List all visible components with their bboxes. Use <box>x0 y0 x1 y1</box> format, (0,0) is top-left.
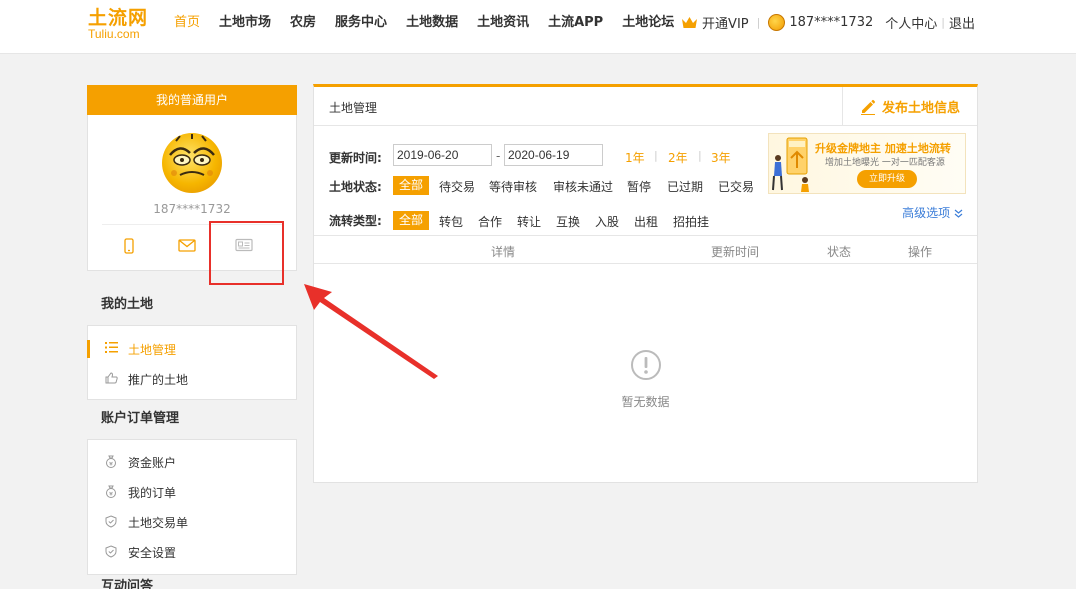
nav-app[interactable]: 土流APP <box>548 15 603 31</box>
menu-my-orders[interactable]: 我的订单 <box>88 477 296 507</box>
table-header: 详情 更新时间 状态 操作 <box>314 235 977 264</box>
publish-label: 发布土地信息 <box>881 101 960 116</box>
type-auction[interactable]: 招拍挂 <box>673 213 709 230</box>
my-land-menu: 土地管理 推广的土地 <box>87 325 297 400</box>
upgrade-now-button[interactable]: 立即升级 <box>857 170 917 188</box>
nav-home[interactable]: 首页 <box>174 15 200 31</box>
nav-service-center[interactable]: 服务中心 <box>335 15 387 31</box>
money-bag-icon <box>104 455 118 469</box>
upgrade-banner[interactable]: 升级金牌地主 加速土地流转 增加土地曝光 一对一匹配客源 立即升级 <box>768 133 966 194</box>
status-pending-trade[interactable]: 待交易 <box>439 178 475 195</box>
section-interact: 互动问答 <box>101 579 154 589</box>
type-equity[interactable]: 入股 <box>595 213 619 230</box>
status-review-failed[interactable]: 审核未通过 <box>553 178 613 195</box>
user-toolbar: 开通VIP | 187****1732 个人中心 | 退出 <box>681 13 975 32</box>
double-chevron-icon <box>954 209 963 218</box>
col-status: 状态 <box>827 245 852 259</box>
range-2-year[interactable]: 2年 <box>668 149 688 166</box>
status-awaiting-review[interactable]: 等待审核 <box>489 178 537 195</box>
menu-label: 土地管理 <box>128 342 177 357</box>
logout-link[interactable]: 退出 <box>949 13 975 32</box>
banner-title: 升级金牌地主 加速土地流转 <box>815 142 951 155</box>
user-avatar-small[interactable] <box>768 14 786 31</box>
email-icon[interactable] <box>178 238 196 255</box>
site-logo[interactable]: 土流网 Tuliu.com <box>88 8 148 40</box>
username: 187****1732 <box>153 202 231 216</box>
nav-land-news[interactable]: 土地资讯 <box>477 15 529 31</box>
user-phone[interactable]: 187****1732 <box>789 15 873 30</box>
col-details: 详情 <box>491 245 516 259</box>
list-icon <box>104 342 118 356</box>
status-paused[interactable]: 暂停 <box>627 178 651 195</box>
nav-land-market[interactable]: 土地市场 <box>219 15 271 31</box>
menu-label: 推广的土地 <box>128 372 189 387</box>
divider: | <box>756 16 761 29</box>
status-traded[interactable]: 已交易 <box>718 178 754 195</box>
annotation-highlight-box <box>209 221 284 285</box>
menu-label: 土地交易单 <box>128 515 189 530</box>
col-updated-time: 更新时间 <box>711 245 760 259</box>
range-1-year[interactable]: 1年 <box>625 149 645 166</box>
top-header: 土流网 Tuliu.com 首页 土地市场 农房 服务中心 土地数据 土地资讯 … <box>0 0 1076 54</box>
land-status-label: 土地状态: <box>329 180 382 194</box>
page-title: 土地管理 <box>329 101 378 115</box>
menu-promoted-land[interactable]: 推广的土地 <box>88 364 296 394</box>
type-all[interactable]: 全部 <box>393 211 430 230</box>
banner-subtitle: 增加土地曝光 一对一匹配客源 <box>825 158 945 168</box>
thumbs-up-icon <box>104 372 118 386</box>
nav-farmhouse[interactable]: 农房 <box>290 15 316 31</box>
avatar[interactable] <box>162 133 222 193</box>
date-separator: - <box>496 149 501 163</box>
empty-state-text: 暂无数据 <box>621 395 670 409</box>
type-transfer[interactable]: 转让 <box>517 213 541 230</box>
personal-center-link[interactable]: 个人中心 <box>885 13 937 32</box>
menu-label: 资金账户 <box>128 455 177 470</box>
logo-domain: Tuliu.com <box>88 27 140 41</box>
pencil-icon <box>860 99 875 115</box>
status-all[interactable]: 全部 <box>393 176 430 195</box>
menu-funds-account[interactable]: 资金账户 <box>88 447 296 477</box>
menu-land-trade-orders[interactable]: 土地交易单 <box>88 507 296 537</box>
logo-text: 土流网 <box>88 7 149 29</box>
shield-icon <box>104 545 118 559</box>
transfer-type-label: 流转类型: <box>329 214 382 228</box>
crown-icon <box>681 16 698 29</box>
money-bag-icon <box>104 485 118 499</box>
main-nav: 首页 土地市场 农房 服务中心 土地数据 土地资讯 土流APP 土地论坛 <box>174 15 693 31</box>
type-lease[interactable]: 出租 <box>634 213 658 230</box>
nav-land-data[interactable]: 土地数据 <box>406 15 458 31</box>
publish-land-button[interactable]: 发布土地信息 <box>842 87 977 126</box>
col-actions: 操作 <box>908 245 933 259</box>
shield-icon <box>104 515 118 529</box>
status-expired[interactable]: 已过期 <box>667 178 703 195</box>
divider: | <box>654 149 658 162</box>
promo-illustration <box>772 137 809 192</box>
divider: | <box>698 149 702 162</box>
section-my-land: 我的土地 <box>101 297 154 312</box>
user-type-title: 我的普通用户 <box>87 85 297 115</box>
menu-land-management[interactable]: 土地管理 <box>87 334 296 364</box>
advanced-options-label: 高级选项 <box>902 206 951 220</box>
phone-icon[interactable] <box>123 238 135 257</box>
range-3-year[interactable]: 3年 <box>711 149 731 166</box>
date-to-input[interactable]: 2020-06-19 <box>504 144 603 166</box>
type-subcontract[interactable]: 转包 <box>439 213 463 230</box>
vip-link[interactable]: 开通VIP <box>702 13 749 32</box>
advanced-options-link[interactable]: 高级选项 <box>902 204 963 221</box>
menu-label: 我的订单 <box>128 485 177 500</box>
annotation-arrow <box>304 284 438 379</box>
account-menu: 资金账户 我的订单 土地交易单 安全设置 <box>87 439 297 575</box>
type-exchange[interactable]: 互换 <box>556 213 580 230</box>
type-cooperation[interactable]: 合作 <box>478 213 502 230</box>
menu-label: 安全设置 <box>128 545 177 560</box>
nav-forum[interactable]: 土地论坛 <box>622 15 674 31</box>
update-time-label: 更新时间: <box>329 151 382 165</box>
exclamation-icon <box>631 350 661 380</box>
date-from-input[interactable]: 2019-06-20 <box>393 144 492 166</box>
panel-header: 土地管理 发布土地信息 <box>314 87 977 126</box>
section-account-orders: 账户订单管理 <box>101 411 180 426</box>
divider: | <box>941 16 945 29</box>
menu-security-settings[interactable]: 安全设置 <box>88 537 296 567</box>
